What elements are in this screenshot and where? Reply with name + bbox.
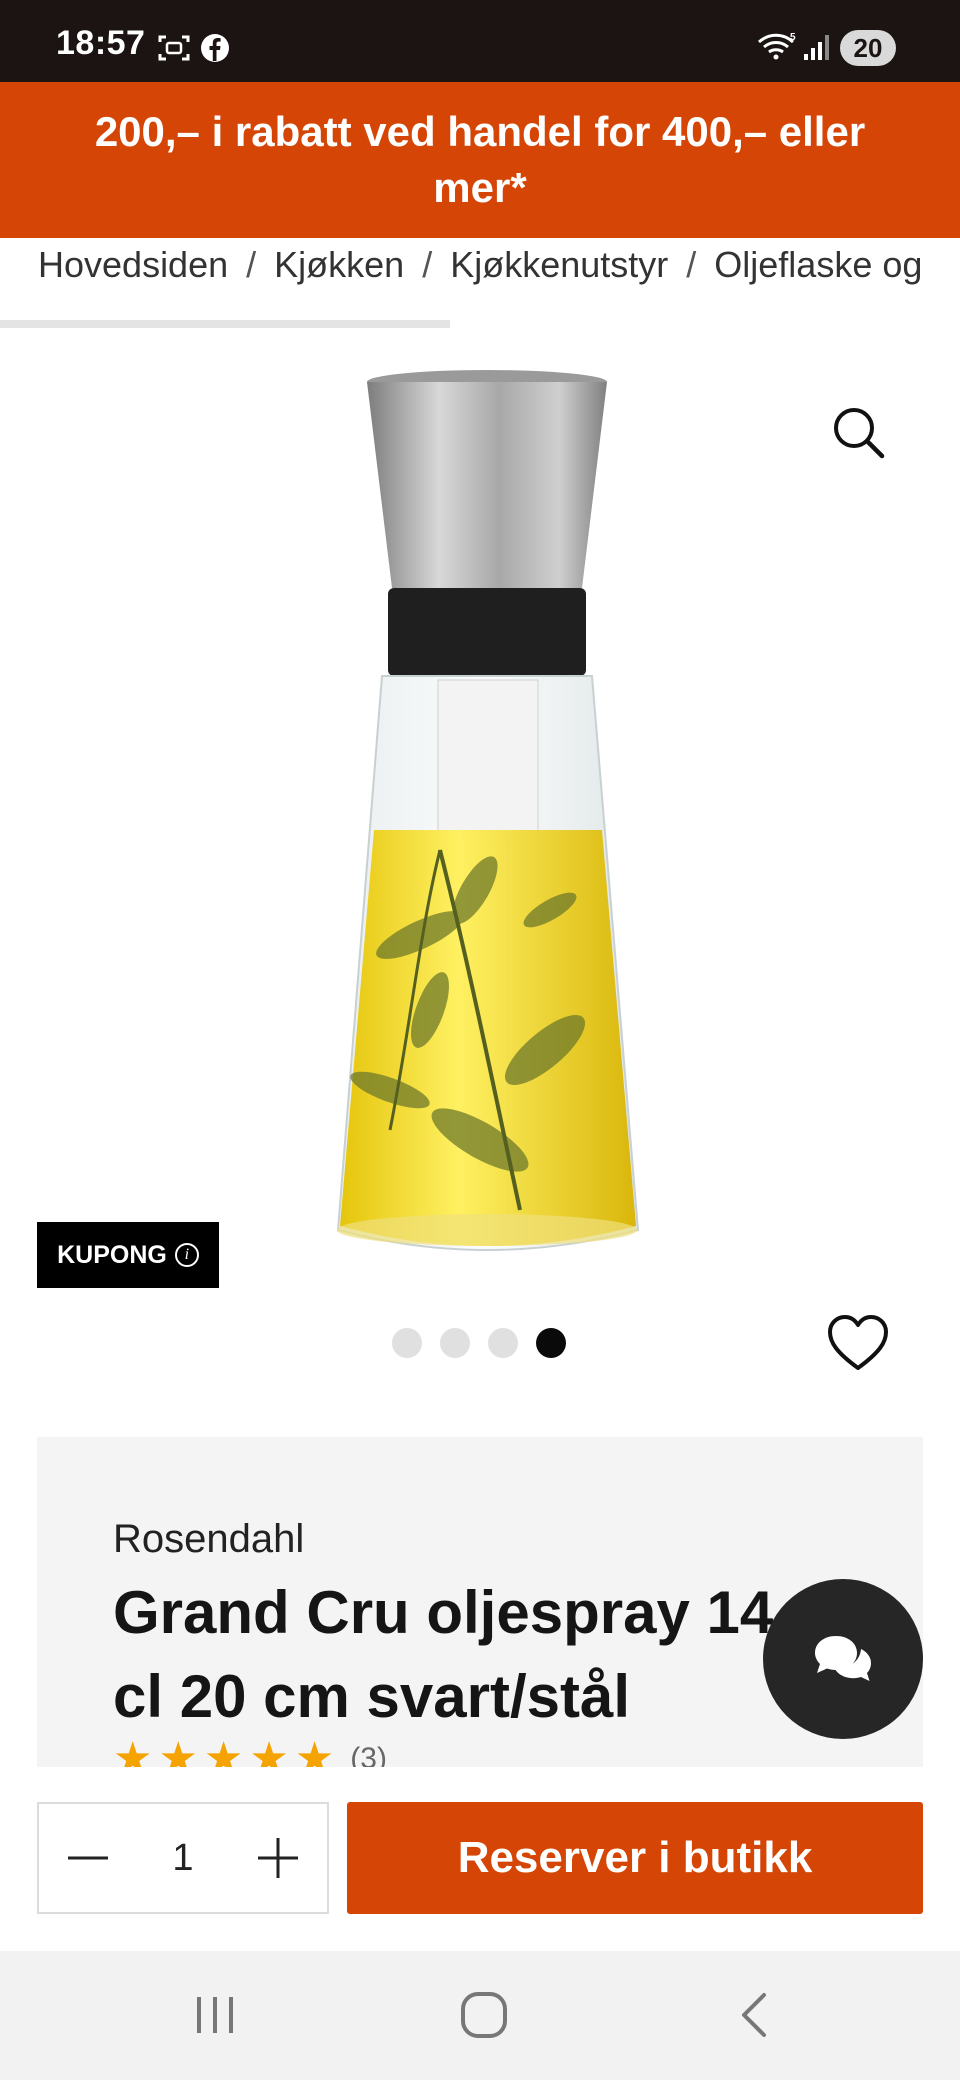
rating-count: (3) <box>350 1742 387 1767</box>
star-icon: ★ <box>294 1734 335 1768</box>
carousel-dot-active[interactable] <box>536 1328 566 1358</box>
search-icon <box>834 408 885 459</box>
increase-quantity-button[interactable] <box>253 1833 303 1883</box>
breadcrumb-item-oil-bottles[interactable]: Oljeflaske og <box>714 238 922 292</box>
system-nav-bar <box>0 1951 960 2080</box>
coupon-label: KUPONG <box>57 1240 167 1269</box>
quantity-value[interactable]: 1 <box>172 1837 193 1880</box>
breadcrumb-scrollbar[interactable] <box>0 320 450 328</box>
quantity-stepper: 1 <box>37 1802 329 1914</box>
facebook-icon <box>201 34 229 62</box>
signal-icon <box>804 35 829 60</box>
info-icon: i <box>174 1243 199 1267</box>
promo-banner[interactable]: 200,– i rabatt ved handel for 400,– elle… <box>0 82 960 238</box>
star-icon: ★ <box>203 1734 244 1768</box>
home-icon <box>461 1992 507 2038</box>
status-time: 18:57 <box>56 24 146 62</box>
product-image[interactable] <box>320 370 660 1270</box>
star-icon: ★ <box>249 1734 289 1768</box>
star-icon: ★ <box>113 1734 153 1768</box>
recent-apps-button[interactable] <box>185 1985 245 2045</box>
battery-icon: 20 <box>840 30 896 66</box>
plus-icon <box>257 1838 298 1878</box>
chat-icon <box>815 1636 871 1681</box>
reserve-in-store-button[interactable]: Reserver i butikk <box>347 1802 923 1914</box>
carousel-dot[interactable] <box>440 1328 470 1358</box>
recent-apps-icon <box>197 1997 233 2033</box>
breadcrumb-separator: / <box>686 244 697 285</box>
home-button[interactable] <box>454 1985 514 2045</box>
breadcrumb-item-kitchen-equipment[interactable]: Kjøkkenutstyr <box>450 238 668 292</box>
wifi-icon: 5 <box>757 32 796 60</box>
coupon-badge[interactable]: KUPONG i <box>37 1222 219 1288</box>
back-icon <box>742 1993 766 2037</box>
product-title: Grand Cru oljespray 14 cl 20 cm svart/st… <box>113 1579 774 1730</box>
back-button[interactable] <box>724 1985 784 2045</box>
zoom-button[interactable] <box>826 400 890 464</box>
product-brand[interactable]: Rosendahl <box>113 1517 304 1562</box>
product-rating[interactable]: ★ ★ ★ ★ ★ (3) <box>113 1734 387 1768</box>
carousel-dot[interactable] <box>392 1328 422 1358</box>
breadcrumb-separator: / <box>246 244 257 285</box>
minus-icon <box>68 1856 108 1860</box>
chat-button[interactable] <box>763 1579 923 1739</box>
status-bar: 18:57 5 20 <box>0 0 960 82</box>
breadcrumb-item-kitchen[interactable]: Kjøkken <box>274 238 404 292</box>
carousel-dot[interactable] <box>488 1328 518 1358</box>
heart-icon[interactable] <box>826 1312 890 1374</box>
breadcrumb-separator: / <box>422 244 433 285</box>
decrease-quantity-button[interactable] <box>63 1833 113 1883</box>
screenshot-icon <box>158 35 190 61</box>
action-bar: 1 Reserver i butikk <box>0 1767 960 1951</box>
breadcrumb-item-home[interactable]: Hovedsiden <box>38 238 228 292</box>
promo-text: 200,– i rabatt ved handel for 400,– elle… <box>94 108 866 211</box>
star-icon: ★ <box>158 1734 198 1768</box>
svg-text:5: 5 <box>790 32 796 43</box>
image-carousel-dots <box>392 1328 566 1358</box>
breadcrumb: Hovedsiden / Kjøkken / Kjøkkenutstyr / Oljefla… <box>38 238 960 292</box>
